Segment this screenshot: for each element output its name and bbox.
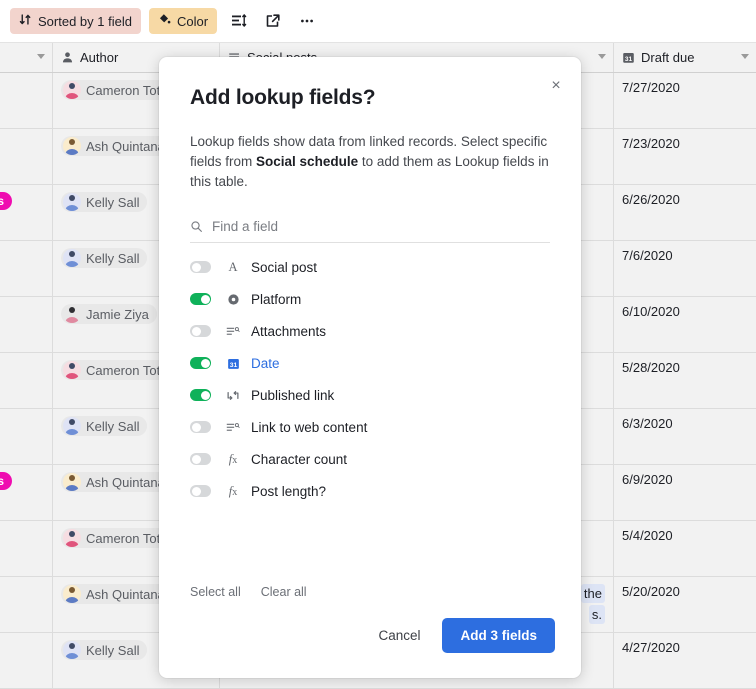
long-text-icon [224, 325, 242, 338]
lookup-field-row[interactable]: fx Character count [190, 443, 550, 475]
toggle-knob [191, 262, 201, 272]
cancel-button[interactable]: Cancel [364, 620, 434, 651]
formula-icon: fx [228, 483, 238, 498]
lookup-field-list: A Social post Platform Attachments 31 Date Pub… [190, 251, 550, 507]
field-toggle[interactable] [190, 293, 211, 305]
field-name: Character count [251, 451, 348, 467]
long-text-icon [224, 421, 242, 434]
toggle-knob [191, 486, 201, 496]
link-icon [224, 389, 242, 402]
formula-icon: fx [228, 451, 238, 466]
calendar-icon: 31 [224, 357, 242, 370]
search-input[interactable] [212, 219, 512, 234]
field-toggle[interactable] [190, 325, 211, 337]
close-icon[interactable]: × [545, 75, 567, 97]
description-source-table: Social schedule [256, 154, 359, 169]
clear-all-button[interactable]: Clear all [261, 585, 307, 599]
select-all-button[interactable]: Select all [190, 585, 241, 599]
add-lookup-fields-dialog: × Add lookup fields? Lookup fields show … [159, 57, 581, 678]
dialog-title: Add lookup fields? [190, 86, 376, 109]
search-icon [190, 220, 203, 233]
field-name: Social post [251, 259, 318, 275]
svg-text:31: 31 [229, 361, 237, 368]
find-field-search[interactable] [190, 211, 550, 243]
field-toggle[interactable] [190, 453, 211, 465]
app-root: Sorted by 1 field Color Author 31 Draft … [0, 0, 756, 689]
lookup-field-row[interactable]: Attachments [190, 315, 550, 347]
field-toggle[interactable] [190, 261, 211, 273]
field-name: Link to web content [251, 419, 368, 435]
toggle-knob [191, 326, 201, 336]
toggle-knob [191, 454, 201, 464]
toggle-knob [191, 422, 201, 432]
lookup-field-row[interactable]: A Social post [190, 251, 550, 283]
field-name: Published link [251, 387, 335, 403]
field-toggle[interactable] [190, 485, 211, 497]
lookup-field-row[interactable]: 31 Date [190, 347, 550, 379]
field-name: Date [251, 355, 280, 371]
single-select-icon [224, 293, 242, 306]
field-toggle[interactable] [190, 357, 211, 369]
text-icon: A [228, 259, 238, 274]
field-name: Platform [251, 291, 302, 307]
toggle-knob [200, 294, 210, 304]
toggle-knob [200, 358, 210, 368]
toggle-knob [200, 390, 210, 400]
lookup-field-row[interactable]: Published link [190, 379, 550, 411]
field-name: Post length? [251, 483, 327, 499]
field-toggle[interactable] [190, 389, 211, 401]
add-fields-button[interactable]: Add 3 fields [442, 618, 555, 653]
dialog-description: Lookup fields show data from linked reco… [190, 132, 552, 192]
field-name: Attachments [251, 323, 327, 339]
lookup-field-row[interactable]: Link to web content [190, 411, 550, 443]
lookup-field-row[interactable]: fx Post length? [190, 475, 550, 507]
lookup-field-row[interactable]: Platform [190, 283, 550, 315]
bulk-actions: Select all Clear all [190, 585, 327, 599]
field-toggle[interactable] [190, 421, 211, 433]
dialog-footer: Cancel Add 3 fields [364, 618, 555, 653]
